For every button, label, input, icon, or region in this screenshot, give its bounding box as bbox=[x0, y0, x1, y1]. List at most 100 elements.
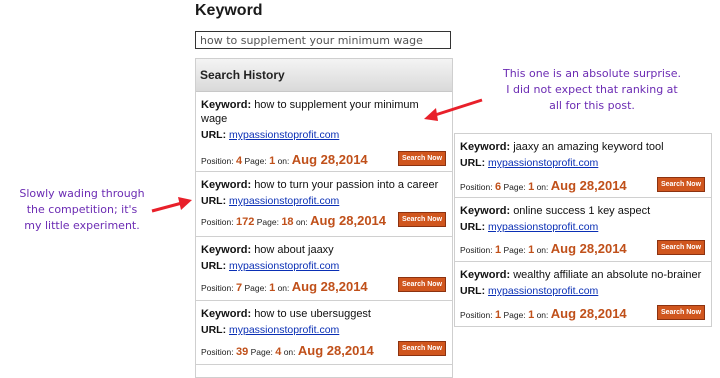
page-label: Page: bbox=[256, 217, 279, 227]
keyword-label: Keyword: bbox=[460, 205, 511, 217]
url-line: URL: mypassionstoprofit.com bbox=[201, 324, 447, 337]
position-value: 39 bbox=[235, 346, 249, 358]
date-value: Aug 28,2014 bbox=[550, 241, 627, 256]
keyword-label: Keyword: bbox=[460, 141, 511, 153]
keyword-text: wealthy affiliate an absolute no-brainer bbox=[513, 269, 702, 281]
page-value: 1 bbox=[528, 309, 535, 321]
page-label: Page: bbox=[244, 283, 267, 293]
position-value: 1 bbox=[494, 244, 502, 256]
search-now-button[interactable]: Search Now bbox=[398, 341, 446, 356]
position-line: Position: 1 Page: 1 on: Aug 28,2014 bbox=[460, 241, 627, 256]
position-value: 1 bbox=[494, 309, 502, 321]
history-card: Keyword: how about jaaxy URL: mypassions… bbox=[196, 237, 452, 301]
annotation-line: I did not expect that ranking at bbox=[506, 83, 678, 96]
search-history-panel: Search History Keyword: how to supplemen… bbox=[195, 58, 453, 378]
url-link[interactable]: mypassionstoprofit.com bbox=[488, 285, 598, 297]
annotation-surprise: This one is an absolute surprise. I did … bbox=[476, 66, 708, 114]
url-link[interactable]: mypassionstoprofit.com bbox=[488, 221, 598, 233]
position-line: Position: 6 Page: 1 on: Aug 28,2014 bbox=[460, 178, 627, 193]
url-label: URL: bbox=[201, 195, 227, 207]
on-label: on: bbox=[536, 310, 549, 320]
page-value: 1 bbox=[528, 181, 535, 193]
url-label: URL: bbox=[460, 221, 486, 233]
history-card: Keyword: wealthy affiliate an absolute n… bbox=[455, 262, 711, 326]
url-label: URL: bbox=[460, 285, 486, 297]
url-label: URL: bbox=[201, 260, 227, 272]
url-label: URL: bbox=[460, 157, 486, 169]
url-link[interactable]: mypassionstoprofit.com bbox=[229, 324, 339, 336]
on-label: on: bbox=[283, 347, 296, 357]
keyword-search-input[interactable] bbox=[195, 31, 451, 49]
keyword-text: how about jaaxy bbox=[254, 244, 334, 256]
history-card: Keyword: how to use ubersuggest URL: myp… bbox=[196, 301, 452, 365]
position-label: Position: bbox=[460, 182, 493, 192]
url-link[interactable]: mypassionstoprofit.com bbox=[229, 260, 339, 272]
date-value: Aug 28,2014 bbox=[310, 213, 387, 228]
on-label: on: bbox=[277, 283, 290, 293]
position-value: 6 bbox=[494, 181, 502, 193]
position-value: 7 bbox=[235, 282, 243, 294]
page-label: Page: bbox=[503, 310, 526, 320]
page-label: Page: bbox=[503, 245, 526, 255]
annotation-experiment: Slowly wading through the competition; i… bbox=[2, 186, 162, 234]
keyword-text: online success 1 key aspect bbox=[513, 205, 651, 217]
position-line: Position: 7 Page: 1 on: Aug 28,2014 bbox=[201, 279, 368, 294]
annotation-line: Slowly wading through bbox=[19, 187, 145, 200]
position-line: Position: 39 Page: 4 on: Aug 28,2014 bbox=[201, 343, 374, 358]
position-label: Position: bbox=[201, 217, 234, 227]
keyword-label: Keyword: bbox=[201, 99, 252, 111]
url-link[interactable]: mypassionstoprofit.com bbox=[229, 129, 339, 141]
url-link[interactable]: mypassionstoprofit.com bbox=[229, 195, 339, 207]
page-value: 1 bbox=[269, 282, 276, 294]
search-now-button[interactable]: Search Now bbox=[398, 212, 446, 227]
position-value: 172 bbox=[235, 216, 255, 228]
search-now-button[interactable]: Search Now bbox=[657, 305, 705, 320]
keyword-label: Keyword: bbox=[201, 308, 252, 320]
position-line: Position: 4 Page: 1 on: Aug 28,2014 bbox=[201, 152, 368, 167]
keyword-line: Keyword: online success 1 key aspect bbox=[460, 204, 706, 218]
date-value: Aug 28,2014 bbox=[550, 178, 627, 193]
position-label: Position: bbox=[201, 347, 234, 357]
date-value: Aug 28,2014 bbox=[550, 306, 627, 321]
keyword-line: Keyword: jaaxy an amazing keyword tool bbox=[460, 140, 706, 154]
history-card: Keyword: how to supplement your minimum … bbox=[196, 92, 452, 172]
position-label: Position: bbox=[460, 310, 493, 320]
page-label: Page: bbox=[250, 347, 273, 357]
url-line: URL: mypassionstoprofit.com bbox=[460, 285, 706, 298]
search-now-button[interactable]: Search Now bbox=[657, 240, 705, 255]
page-value: 4 bbox=[275, 346, 282, 358]
keyword-line: Keyword: how to supplement your minimum … bbox=[201, 98, 447, 126]
keyword-text: jaaxy an amazing keyword tool bbox=[513, 141, 664, 153]
keyword-label: Keyword: bbox=[460, 269, 511, 281]
position-line: Position: 1 Page: 1 on: Aug 28,2014 bbox=[460, 306, 627, 321]
url-line: URL: mypassionstoprofit.com bbox=[201, 260, 447, 273]
keyword-line: Keyword: how to turn your passion into a… bbox=[201, 178, 447, 192]
on-label: on: bbox=[277, 156, 290, 166]
page-title: Keyword bbox=[195, 2, 263, 19]
keyword-text: how to turn your passion into a career bbox=[254, 179, 439, 191]
search-now-button[interactable]: Search Now bbox=[398, 151, 446, 166]
url-link[interactable]: mypassionstoprofit.com bbox=[488, 157, 598, 169]
history-card: Keyword: online success 1 key aspect URL… bbox=[455, 198, 711, 262]
keyword-label: Keyword: bbox=[201, 179, 252, 191]
date-value: Aug 28,2014 bbox=[291, 152, 368, 167]
page-value: 18 bbox=[281, 216, 294, 228]
page-value: 1 bbox=[269, 155, 276, 167]
position-line: Position: 172 Page: 18 on: Aug 28,2014 bbox=[201, 213, 386, 228]
search-now-button[interactable]: Search Now bbox=[657, 177, 705, 192]
date-value: Aug 28,2014 bbox=[291, 279, 368, 294]
search-history-panel-continued: Keyword: jaaxy an amazing keyword tool U… bbox=[454, 133, 712, 327]
on-label: on: bbox=[536, 245, 549, 255]
on-label: on: bbox=[295, 217, 308, 227]
search-now-button[interactable]: Search Now bbox=[398, 277, 446, 292]
on-label: on: bbox=[536, 182, 549, 192]
history-card: Keyword: how to turn your passion into a… bbox=[196, 172, 452, 237]
keyword-text: how to use ubersuggest bbox=[254, 308, 371, 320]
arrow-left-icon bbox=[424, 98, 483, 121]
keyword-line: Keyword: how to use ubersuggest bbox=[201, 307, 447, 321]
keyword-line: Keyword: wealthy affiliate an absolute n… bbox=[460, 268, 706, 282]
position-label: Position: bbox=[201, 156, 234, 166]
arrow-right-icon bbox=[151, 197, 192, 213]
position-label: Position: bbox=[201, 283, 234, 293]
url-label: URL: bbox=[201, 324, 227, 336]
